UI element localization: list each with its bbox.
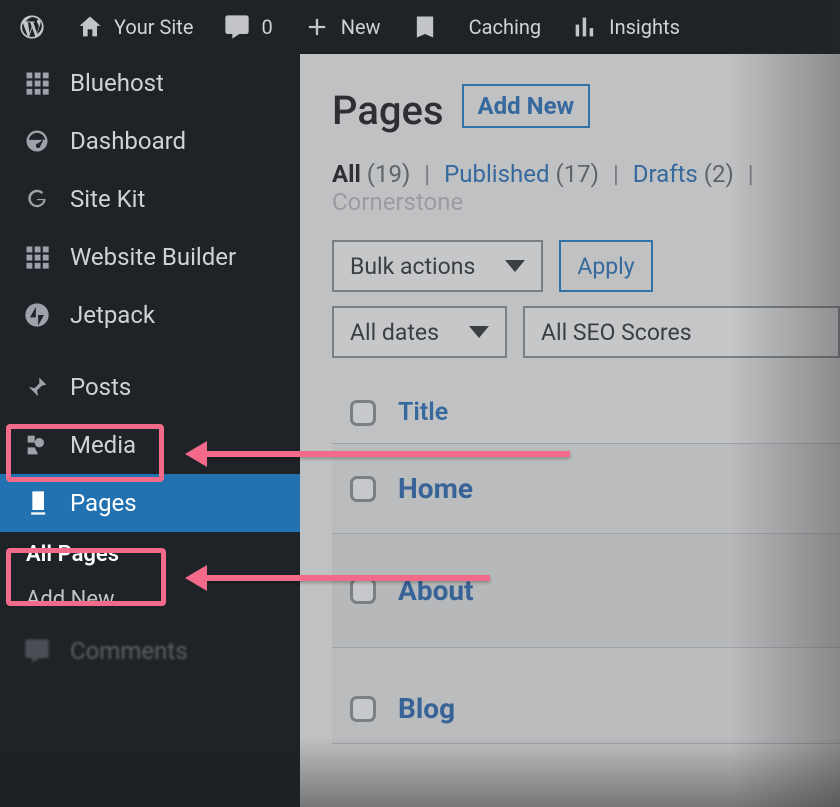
sidebar-item-label: Bluehost <box>70 69 164 97</box>
arrow-to-pages <box>190 575 490 581</box>
sidebar-item-website-builder[interactable]: Website Builder <box>0 228 300 286</box>
new-label: New <box>341 15 381 39</box>
sidebar-item-label: Posts <box>70 373 131 401</box>
g-icon <box>22 184 52 214</box>
sidebar-item-bluehost[interactable]: Bluehost <box>0 54 300 112</box>
table-row[interactable]: Home <box>332 444 840 534</box>
caching-link[interactable]: Caching <box>469 15 542 39</box>
sidebar-item-posts[interactable]: Posts <box>0 358 300 416</box>
sidebar-item-dashboard[interactable]: Dashboard <box>0 112 300 170</box>
pin-icon <box>22 372 52 402</box>
table-header: Title <box>332 382 840 444</box>
sidebar-item-media[interactable]: Media <box>0 416 300 474</box>
comment-icon <box>223 13 251 41</box>
page-link[interactable]: Home <box>398 472 473 505</box>
row-checkbox[interactable] <box>350 578 376 604</box>
jetpack-icon <box>22 300 52 330</box>
apply-button[interactable]: Apply <box>559 240 652 292</box>
sidebar-sub-all-pages[interactable]: All Pages <box>0 532 300 577</box>
sidebar-item-label: Pages <box>70 489 137 517</box>
grid-icon <box>22 242 52 272</box>
date-filter-select[interactable]: All dates <box>332 306 507 358</box>
gauge-icon <box>22 126 52 156</box>
sidebar-item-label: Website Builder <box>70 243 236 271</box>
filter-cornerstone[interactable]: Cornerstone <box>332 188 463 216</box>
pages-table: Title Home About Blog <box>332 382 840 744</box>
seo-filter-select[interactable]: All SEO Scores <box>523 306 840 358</box>
grid-icon <box>22 68 52 98</box>
bars-icon <box>571 13 599 41</box>
sidebar-item-comments[interactable]: Comments <box>0 622 300 680</box>
comments-link[interactable]: 0 <box>223 13 272 41</box>
yoast-icon <box>411 13 439 41</box>
comments-count: 0 <box>261 15 272 39</box>
row-checkbox[interactable] <box>350 476 376 502</box>
page-title: Pages <box>332 87 444 134</box>
wordpress-icon <box>18 13 46 41</box>
site-label: Your Site <box>114 15 193 39</box>
sidebar-item-pages[interactable]: Pages <box>0 474 300 532</box>
plus-icon <box>303 13 331 41</box>
sidebar-item-label: Site Kit <box>70 185 145 213</box>
bulk-actions-select[interactable]: Bulk actions <box>332 240 543 292</box>
pages-icon <box>22 488 52 518</box>
site-link[interactable]: Your Site <box>76 13 193 41</box>
column-title[interactable]: Title <box>398 398 448 427</box>
yoast-link[interactable] <box>411 13 439 41</box>
row-checkbox[interactable] <box>350 696 376 722</box>
insights-label: Insights <box>609 15 680 39</box>
sidebar-item-label: Media <box>70 431 136 459</box>
sidebar-item-label: Jetpack <box>70 301 155 329</box>
sidebar-item-label: Dashboard <box>70 127 186 155</box>
add-new-button[interactable]: Add New <box>462 84 591 128</box>
sidebar-item-jetpack[interactable]: Jetpack <box>0 286 300 344</box>
page-link[interactable]: Blog <box>398 692 455 725</box>
wp-logo[interactable] <box>18 13 46 41</box>
admin-toolbar: Your Site 0 New Caching Insights <box>0 0 840 54</box>
arrow-to-posts <box>190 451 570 457</box>
media-icon <box>22 430 52 460</box>
filter-drafts[interactable]: Drafts (2) <box>633 160 734 188</box>
insights-link[interactable]: Insights <box>571 13 680 41</box>
filter-published[interactable]: Published (17) <box>444 160 599 188</box>
sidebar-sub-add-new[interactable]: Add New <box>0 577 300 622</box>
caching-label: Caching <box>469 15 542 39</box>
table-row[interactable]: About <box>332 534 840 648</box>
admin-sidebar: Bluehost Dashboard Site Kit Website Buil… <box>0 54 300 807</box>
sidebar-item-label: Comments <box>70 637 188 665</box>
sidebar-item-sitekit[interactable]: Site Kit <box>0 170 300 228</box>
comment-icon <box>22 636 52 666</box>
select-all-checkbox[interactable] <box>350 400 376 426</box>
main-content: Pages Add New All (19) | Published (17) … <box>300 54 840 807</box>
status-filters: All (19) | Published (17) | Drafts (2) |… <box>332 160 840 216</box>
table-row[interactable]: Blog <box>332 648 840 744</box>
filter-all[interactable]: All (19) <box>332 160 410 188</box>
new-content-link[interactable]: New <box>303 13 381 41</box>
home-icon <box>76 13 104 41</box>
